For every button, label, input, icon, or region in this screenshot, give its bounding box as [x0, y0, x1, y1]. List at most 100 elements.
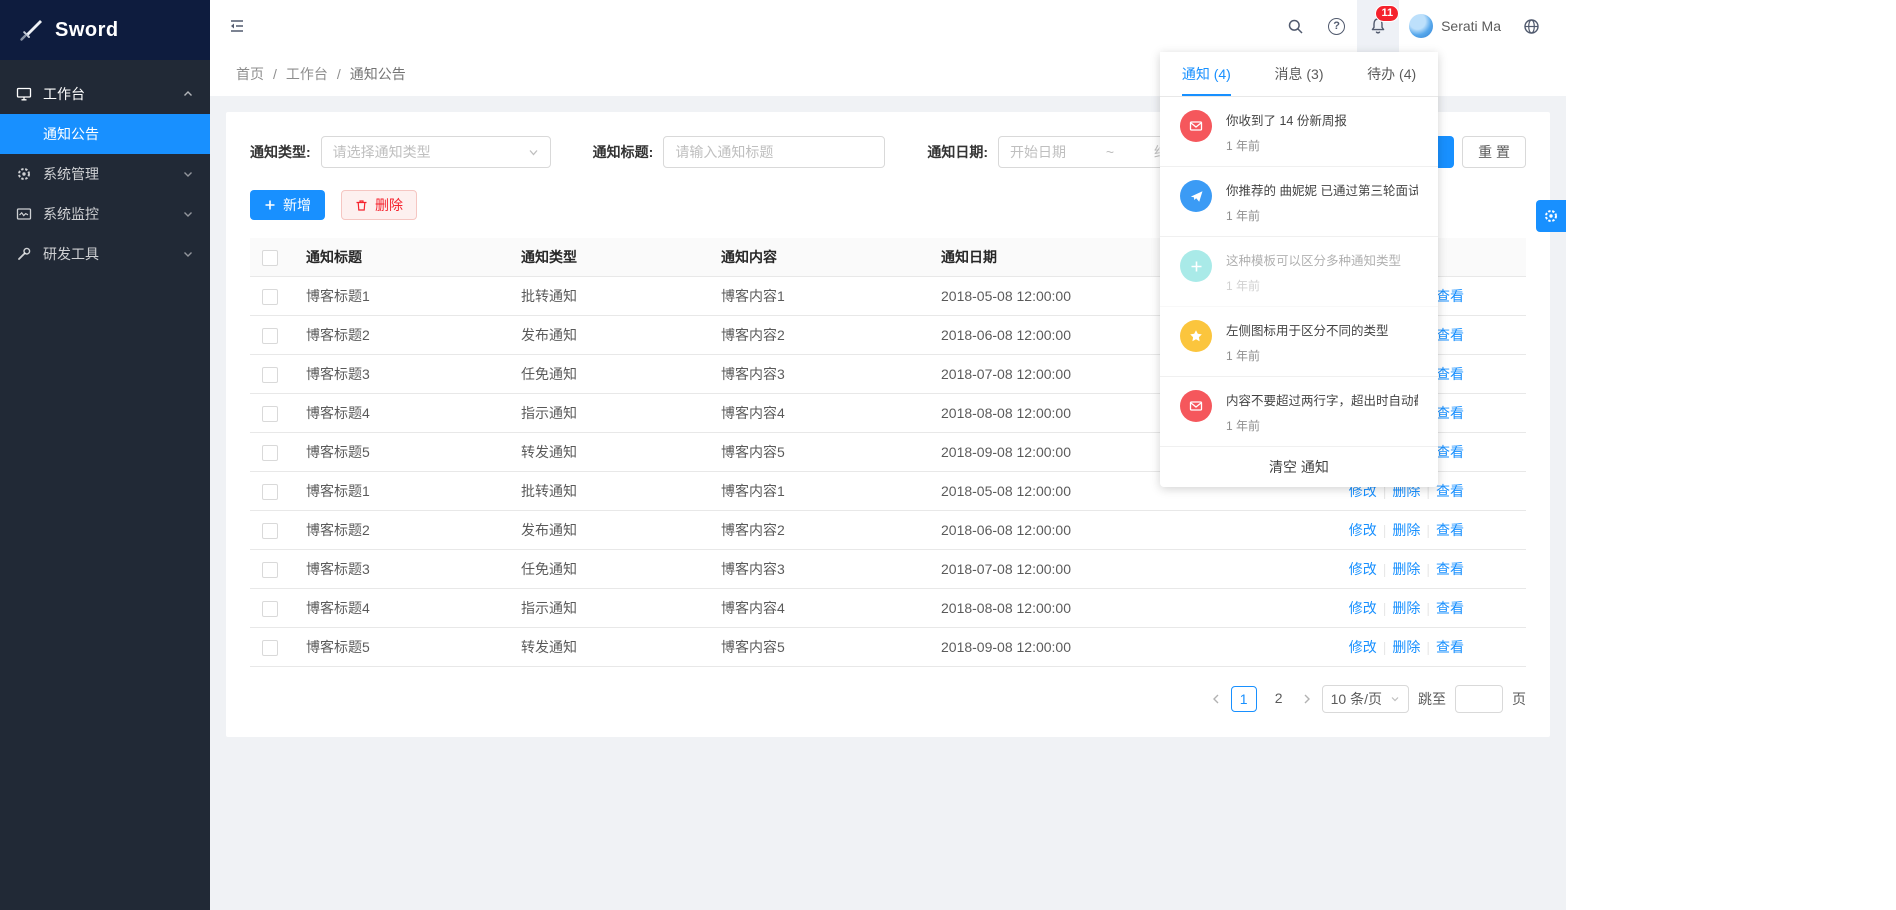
sidebar-item-notice[interactable]: 通知公告 — [0, 114, 210, 154]
edit-link[interactable]: 修改 — [1349, 600, 1377, 616]
cell-type: 发布通知 — [509, 511, 709, 550]
add-button[interactable]: 新增 — [250, 190, 325, 220]
notification-title: 这种模板可以区分多种通知类型 — [1226, 250, 1401, 269]
sidebar-menu: 工作台 通知公告 系统管理 — [0, 60, 210, 274]
filter-type-label: 通知类型: — [250, 142, 311, 162]
star-icon — [1180, 320, 1212, 352]
jump-label: 跳至 — [1418, 689, 1446, 709]
cell-title: 博客标题1 — [294, 277, 509, 316]
sidebar-item-workbench[interactable]: 工作台 — [0, 74, 210, 114]
notice-title-input[interactable]: 请输入通知标题 — [663, 136, 885, 168]
sidebar-item-system-monitor[interactable]: 系统监控 — [0, 194, 210, 234]
gear-icon — [1543, 208, 1559, 224]
delete-link[interactable]: 删除 — [1392, 561, 1420, 577]
sidebar-item-dev-tools[interactable]: 研发工具 — [0, 234, 210, 274]
page-number-2[interactable]: 2 — [1266, 686, 1292, 712]
send-icon — [1180, 180, 1212, 212]
help-icon[interactable]: ? — [1316, 0, 1357, 52]
tab-notices[interactable]: 通知 (4) — [1160, 52, 1253, 96]
menu-collapse-icon[interactable] — [228, 17, 246, 35]
select-all-checkbox[interactable] — [262, 250, 278, 266]
notification-item[interactable]: 内容不要超过两行字，超出时自动截断 1 年前 — [1160, 377, 1438, 447]
prev-page-icon[interactable] — [1210, 693, 1222, 705]
notification-item-read[interactable]: 这种模板可以区分多种通知类型 1 年前 — [1160, 237, 1438, 307]
view-link[interactable]: 查看 — [1436, 444, 1464, 460]
view-link[interactable]: 查看 — [1436, 639, 1464, 655]
row-checkbox[interactable] — [262, 640, 278, 656]
next-page-icon[interactable] — [1301, 693, 1313, 705]
view-link[interactable]: 查看 — [1436, 366, 1464, 382]
cell-content: 博客内容1 — [709, 472, 929, 511]
clear-notifications-button[interactable]: 清空 通知 — [1160, 447, 1438, 487]
edit-link[interactable]: 修改 — [1349, 522, 1377, 538]
cell-date: 2018-08-08 12:00:00 — [929, 589, 1229, 628]
delete-link[interactable]: 删除 — [1392, 600, 1420, 616]
cell-title: 博客标题1 — [294, 472, 509, 511]
reset-button[interactable]: 重 置 — [1462, 136, 1526, 168]
notification-item[interactable]: 你收到了 14 份新周报 1 年前 — [1160, 97, 1438, 167]
app-window: Sword 工作台 通知公告 — [0, 0, 1566, 910]
cell-type: 转发通知 — [509, 433, 709, 472]
chevron-up-icon — [182, 88, 194, 100]
row-checkbox[interactable] — [262, 367, 278, 383]
cell-content: 博客内容2 — [709, 316, 929, 355]
breadcrumb-workbench[interactable]: 工作台 — [286, 64, 328, 84]
sword-logo-icon — [18, 17, 44, 43]
delete-link[interactable]: 删除 — [1392, 639, 1420, 655]
app-title: Sword — [55, 19, 119, 42]
row-checkbox[interactable] — [262, 484, 278, 500]
settings-gear-button[interactable] — [1536, 200, 1566, 232]
table-row: 博客标题4 指示通知 博客内容4 2018-08-08 12:00:00 修改|… — [250, 589, 1526, 628]
plus-icon — [1180, 250, 1212, 282]
cell-type: 发布通知 — [509, 316, 709, 355]
view-link[interactable]: 查看 — [1436, 522, 1464, 538]
search-icon[interactable] — [1275, 0, 1316, 52]
view-link[interactable]: 查看 — [1436, 327, 1464, 343]
date-separator: ~ — [1106, 144, 1114, 160]
view-link[interactable]: 查看 — [1436, 405, 1464, 421]
view-link[interactable]: 查看 — [1436, 600, 1464, 616]
row-checkbox[interactable] — [262, 406, 278, 422]
row-checkbox[interactable] — [262, 445, 278, 461]
date-start-placeholder: 开始日期 — [1010, 142, 1066, 162]
breadcrumb-home[interactable]: 首页 — [236, 64, 264, 84]
cell-actions: 修改|删除|查看 — [1229, 589, 1526, 628]
delete-button[interactable]: 删除 — [341, 190, 417, 220]
view-link[interactable]: 查看 — [1436, 483, 1464, 499]
notification-bell[interactable]: 11 — [1357, 0, 1399, 52]
view-link[interactable]: 查看 — [1436, 288, 1464, 304]
view-link[interactable]: 查看 — [1436, 561, 1464, 577]
notice-type-select[interactable]: 请选择通知类型 — [321, 136, 551, 168]
jump-page-input[interactable] — [1455, 685, 1503, 713]
tab-messages[interactable]: 消息 (3) — [1253, 52, 1346, 96]
page-size-select[interactable]: 10 条/页 — [1322, 685, 1409, 713]
breadcrumb-separator: / — [337, 66, 341, 82]
row-checkbox[interactable] — [262, 289, 278, 305]
filter-title-label: 通知标题: — [593, 142, 654, 162]
row-checkbox[interactable] — [262, 601, 278, 617]
row-checkbox[interactable] — [262, 523, 278, 539]
mail-icon — [1180, 390, 1212, 422]
cell-title: 博客标题3 — [294, 550, 509, 589]
user-menu[interactable]: Serati Ma — [1399, 14, 1511, 38]
tab-todos[interactable]: 待办 (4) — [1345, 52, 1438, 96]
input-placeholder: 请输入通知标题 — [675, 142, 773, 162]
notification-item[interactable]: 你推荐的 曲妮妮 已通过第三轮面试 1 年前 — [1160, 167, 1438, 237]
edit-link[interactable]: 修改 — [1349, 561, 1377, 577]
table-row: 博客标题5 转发通知 博客内容5 2018-09-08 12:00:00 修改|… — [250, 628, 1526, 667]
cell-content: 博客内容3 — [709, 550, 929, 589]
notification-item[interactable]: 左侧图标用于区分不同的类型 1 年前 — [1160, 307, 1438, 377]
row-checkbox[interactable] — [262, 562, 278, 578]
edit-link[interactable]: 修改 — [1349, 639, 1377, 655]
cell-title: 博客标题5 — [294, 433, 509, 472]
notification-time: 1 年前 — [1226, 137, 1347, 154]
cell-content: 博客内容5 — [709, 433, 929, 472]
page-number-1[interactable]: 1 — [1231, 686, 1257, 712]
sidebar-item-system-management[interactable]: 系统管理 — [0, 154, 210, 194]
header-actions: ? 11 Serati Ma — [1275, 0, 1552, 52]
row-checkbox[interactable] — [262, 328, 278, 344]
language-globe-icon[interactable] — [1511, 0, 1552, 52]
delete-link[interactable]: 删除 — [1392, 522, 1420, 538]
select-placeholder: 请选择通知类型 — [333, 142, 431, 162]
cell-content: 博客内容5 — [709, 628, 929, 667]
